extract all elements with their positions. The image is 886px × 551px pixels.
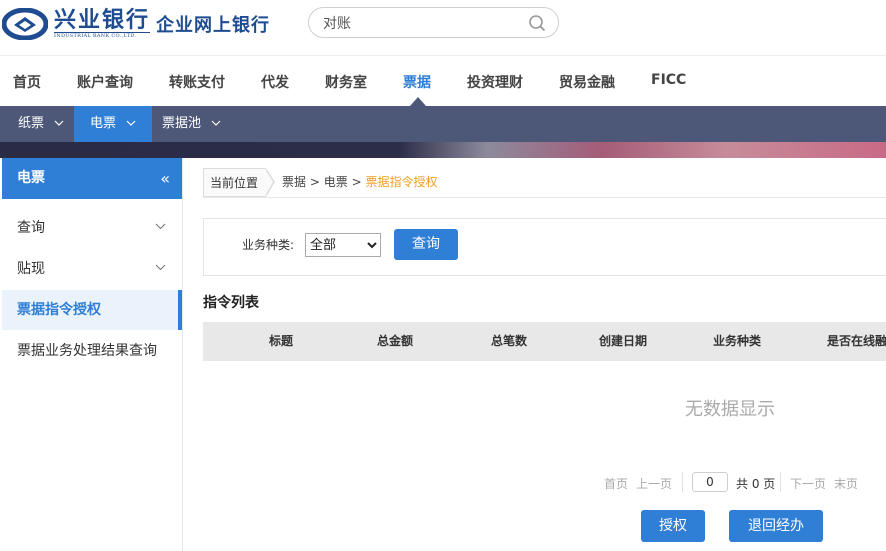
banner-strip — [0, 142, 886, 158]
subnav-paper-bill[interactable]: 纸票 — [2, 106, 80, 142]
search-icon[interactable] — [528, 14, 546, 32]
next-page-link[interactable]: 下一页 — [790, 475, 826, 492]
empty-state: 无数据显示 — [685, 399, 775, 420]
breadcrumb-e-bill[interactable]: 电票 — [324, 175, 348, 189]
chevron-down-icon — [155, 223, 166, 230]
column-online-financing: 是否在线融资 — [826, 334, 886, 348]
subnav-e-bill[interactable]: 电票 — [74, 106, 153, 142]
sidebar-item-bill-result-query[interactable]: 票据业务处理结果查询 — [2, 331, 182, 371]
breadcrumb-here-label: 当前位置 — [203, 168, 267, 197]
business-type-label: 业务种类: — [242, 238, 295, 252]
sidebar-header: 电票 « — [2, 158, 182, 199]
list-title: 指令列表 — [203, 295, 259, 311]
sidebar-title: 电票 — [17, 170, 45, 186]
nav-investment[interactable]: 投资理财 — [467, 72, 523, 92]
bank-name: 兴业银行 — [54, 7, 151, 33]
search-box — [308, 7, 559, 38]
nav-bills[interactable]: 票据 — [403, 72, 431, 92]
bank-logo-icon — [2, 8, 48, 40]
sidebar-item-label: 票据业务处理结果查询 — [17, 343, 157, 359]
column-total-amount: 总金额 — [376, 334, 414, 348]
breadcrumb: 当前位置 票据 > 电票 > 票据指令授权 — [203, 168, 886, 198]
chevron-down-icon — [211, 120, 221, 126]
nav-account-query[interactable]: 账户查询 — [77, 72, 133, 92]
last-page-link[interactable]: 末页 — [834, 475, 858, 492]
column-business-type: 业务种类 — [712, 334, 762, 348]
subnav-label: 票据池 — [162, 116, 202, 131]
nav-payroll[interactable]: 代发 — [261, 72, 289, 92]
column-total-count: 总笔数 — [490, 334, 528, 348]
collapse-sidebar-icon[interactable]: « — [160, 158, 170, 199]
sidebar-item-discount[interactable]: 贴现 — [2, 249, 182, 289]
sidebar-item-label: 票据指令授权 — [17, 302, 101, 318]
return-to-operator-button[interactable]: 退回经办 — [729, 510, 823, 542]
table-header: 标题 总金额 总笔数 创建日期 业务种类 是否在线融资 — [203, 322, 886, 361]
total-pages: 共 0 页 — [736, 477, 776, 491]
active-nav-indicator — [410, 97, 426, 106]
subnav-bill-pool[interactable]: 票据池 — [146, 106, 237, 142]
first-page-link[interactable]: 首页 — [604, 475, 628, 492]
sidebar: 电票 « 查询 贴现 票据指令授权 票据业务处理结果查询 — [0, 158, 183, 551]
header: 兴业银行 INDUSTRIAL BANK CO.,LTD. 企业网上银行 — [0, 0, 886, 56]
sidebar-item-bill-instruction-auth[interactable]: 票据指令授权 — [2, 290, 182, 330]
sub-nav: 纸票 电票 票据池 — [0, 106, 886, 142]
breadcrumb-current: 票据指令授权 — [365, 175, 438, 189]
breadcrumb-path: 票据 > 电票 > 票据指令授权 — [282, 175, 438, 189]
subnav-label: 纸票 — [18, 116, 45, 131]
chevron-down-icon — [126, 120, 136, 126]
authorize-button[interactable]: 授权 — [641, 510, 705, 542]
nav-trade-finance[interactable]: 贸易金融 — [559, 72, 615, 92]
chevron-down-icon — [155, 264, 166, 271]
sidebar-item-label: 查询 — [17, 220, 45, 236]
prev-page-link[interactable]: 上一页 — [636, 475, 672, 492]
chevron-down-icon — [54, 120, 64, 126]
column-created-date: 创建日期 — [598, 334, 648, 348]
sidebar-item-label: 贴现 — [17, 261, 45, 277]
business-type-select[interactable]: 全部 — [305, 233, 381, 257]
nav-transfer[interactable]: 转账支付 — [169, 72, 225, 92]
main-nav: 首页 账户查询 转账支付 代发 财务室 票据 投资理财 贸易金融 FICC — [0, 57, 886, 105]
bank-logo[interactable]: 兴业银行 INDUSTRIAL BANK CO.,LTD. 企业网上银行 — [2, 6, 270, 42]
nav-ficc[interactable]: FICC — [651, 72, 686, 88]
nav-treasury[interactable]: 财务室 — [325, 72, 367, 92]
column-title: 标题 — [268, 334, 294, 348]
sidebar-item-query[interactable]: 查询 — [2, 208, 182, 248]
search-input[interactable] — [323, 13, 523, 33]
subnav-label: 电票 — [90, 116, 117, 131]
filter-panel: 业务种类: 全部 查询 — [203, 218, 886, 276]
nav-home[interactable]: 首页 — [13, 72, 41, 92]
query-button[interactable]: 查询 — [394, 229, 458, 260]
page-number-input[interactable] — [692, 472, 728, 492]
bank-name-en: INDUSTRIAL BANK CO.,LTD. — [54, 32, 151, 40]
breadcrumb-bills[interactable]: 票据 — [282, 175, 306, 189]
product-name: 企业网上银行 — [156, 15, 271, 36]
